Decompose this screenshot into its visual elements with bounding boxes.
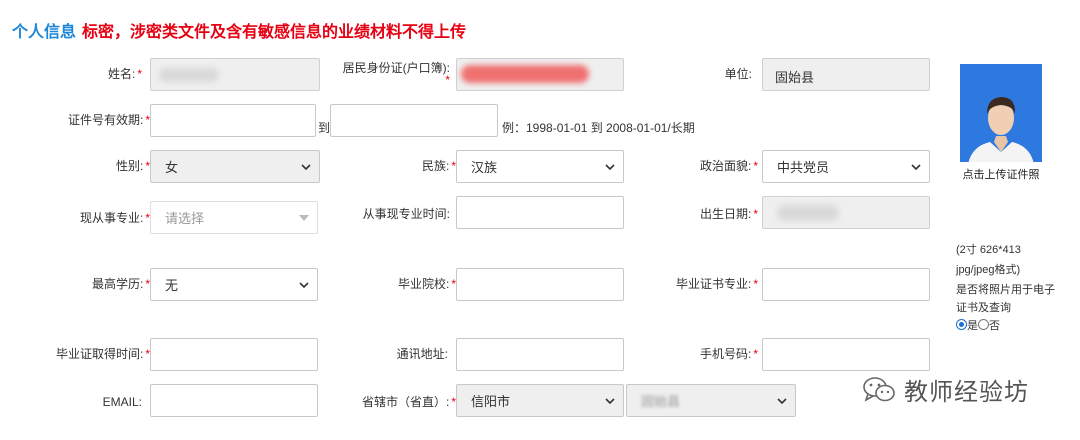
county-value: 固始县 xyxy=(641,394,681,409)
grad-time-label: 毕业证取得时间: * xyxy=(55,347,150,361)
school-label: 毕业院校: * xyxy=(397,277,456,291)
chevron-down-icon xyxy=(903,163,929,170)
unit-label: 单位: xyxy=(724,67,752,81)
wechat-icon xyxy=(863,376,895,402)
phone-label: 手机号码: * xyxy=(699,347,758,361)
chevron-down-icon xyxy=(293,163,319,170)
birth-date-field[interactable] xyxy=(762,196,930,229)
school-input[interactable] xyxy=(456,268,624,301)
ethnicity-select[interactable]: 汉族 xyxy=(456,150,624,183)
cert-validity-end-input[interactable] xyxy=(330,104,498,137)
photo-size-note: (2寸 626*413 xyxy=(956,244,1021,256)
photo-use-note: 是否将照片用于电子 xyxy=(956,284,1055,296)
chevron-down-icon xyxy=(597,397,623,404)
section-title: 个人信息 xyxy=(12,24,77,41)
grad-time-input[interactable] xyxy=(150,338,318,371)
education-select[interactable]: 无 xyxy=(150,268,318,301)
to-label: 到 xyxy=(318,121,331,135)
cert-validity-label: 证件号有效期: * xyxy=(67,113,150,127)
education-label: 最高学历: * xyxy=(91,277,150,291)
gender-select[interactable]: 女 xyxy=(150,150,320,183)
ethnicity-label: 民族: * xyxy=(421,159,456,173)
caret-down-icon xyxy=(291,214,317,221)
chevron-down-icon xyxy=(291,281,317,288)
cert-validity-hint: 例：1998-01-01 到 2008-01-01/长期 xyxy=(502,121,695,135)
grad-major-label: 毕业证书专业: * xyxy=(675,277,758,291)
name-field[interactable] xyxy=(150,58,320,91)
address-input[interactable] xyxy=(456,338,624,371)
id-card-field[interactable] xyxy=(456,58,624,91)
phone-input[interactable] xyxy=(762,338,930,371)
major-placeholder: 请选择 xyxy=(165,211,205,226)
gender-value: 女 xyxy=(165,160,179,175)
redacted-name xyxy=(159,68,219,82)
id-card-required: * xyxy=(445,73,450,87)
photo-use-radio-group: 是否 xyxy=(956,318,1000,334)
watermark-text: 教师经验坊 xyxy=(904,379,1029,406)
unit-field[interactable]: 固始县 xyxy=(762,58,930,91)
major-select[interactable]: 请选择 xyxy=(150,201,318,234)
ethnicity-value: 汉族 xyxy=(471,160,498,175)
address-label: 通讯地址: xyxy=(396,347,448,361)
redacted-id-number xyxy=(461,65,589,83)
radio-yes[interactable] xyxy=(956,319,967,330)
redacted-birth-date xyxy=(777,205,839,221)
id-card-label: 居民身份证(户口簿): xyxy=(342,61,450,75)
photo-format-note: jpg/jpeg格式) xyxy=(956,264,1021,276)
photo-use-note-2: 证书及查询 xyxy=(956,302,1011,314)
county-select[interactable]: 固始县 xyxy=(626,384,796,417)
watermark: 教师经验坊 xyxy=(862,372,1029,407)
cert-validity-start-input[interactable] xyxy=(150,104,316,137)
province-select[interactable]: 信阳市 xyxy=(456,384,624,417)
province-value: 信阳市 xyxy=(471,394,511,409)
province-label: 省辖市（省直）: * xyxy=(361,395,456,409)
major-time-input[interactable] xyxy=(456,196,624,229)
radio-no[interactable] xyxy=(978,319,989,330)
birth-date-label: 出生日期: * xyxy=(699,207,758,221)
radio-yes-label: 是 xyxy=(967,320,978,332)
political-select[interactable]: 中共党员 xyxy=(762,150,930,183)
email-label: EMAIL: xyxy=(102,395,142,409)
major-time-label: 从事现专业时间: xyxy=(362,207,450,221)
chevron-down-icon xyxy=(597,163,623,170)
political-value: 中共党员 xyxy=(777,160,830,175)
political-label: 政治面貌: * xyxy=(699,159,758,173)
name-label: 姓名: * xyxy=(107,67,142,81)
email-input[interactable] xyxy=(150,384,318,417)
confidential-warning: 标密，涉密类文件及含有敏感信息的业绩材料不得上传 xyxy=(82,24,467,41)
chevron-down-icon xyxy=(769,397,795,404)
radio-no-label: 否 xyxy=(989,320,1000,332)
page-title: 个人信息 标密，涉密类文件及含有敏感信息的业绩材料不得上传 xyxy=(12,18,466,42)
grad-major-input[interactable] xyxy=(762,268,930,301)
education-value: 无 xyxy=(165,278,179,293)
major-label: 现从事专业: * xyxy=(79,211,150,225)
upload-photo-button[interactable]: 点击上传证件照 xyxy=(960,162,1042,186)
unit-value: 固始县 xyxy=(775,70,815,85)
gender-label: 性别: * xyxy=(115,159,150,173)
